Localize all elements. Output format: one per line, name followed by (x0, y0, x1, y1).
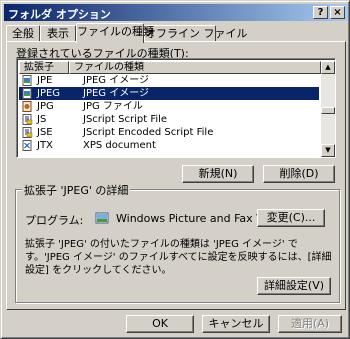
window-title: フォルダ オプション (8, 8, 111, 21)
details-group-title: 拡張子 'JPEG' の詳細 (22, 182, 131, 198)
list-item[interactable]: JPE JPEG イメージ (19, 74, 319, 87)
file-type-name: JPG ファイル (83, 101, 143, 112)
scroll-up-button[interactable]: ▲ (321, 61, 335, 74)
extension-details-group: 拡張子 'JPEG' の詳細 プログラム: Windows Picture an… (15, 182, 340, 303)
file-extension: JPE (37, 75, 53, 86)
file-types-list[interactable]: 拡張子 ファイルの種類 JPE JPEG イメージ JPEG JPEG イメージ… (16, 58, 336, 158)
file-type-name: JScript Script File (83, 114, 168, 125)
program-label: プログラム: (25, 214, 84, 227)
help-button[interactable]: ? (313, 6, 328, 19)
file-type-name: JPEG イメージ (83, 75, 150, 86)
scroll-thumb[interactable] (321, 107, 335, 114)
file-extension: JPEG (37, 88, 61, 99)
folder-options-dialog: フォルダ オプション ? × 全般 表示 ファイルの種類 オフライン ファイル … (0, 0, 350, 339)
details-description: 拡張子 'JPEG' の付いたファイルの種類は 'JPEG イメージ' です。'… (25, 239, 332, 276)
script-file-icon (22, 127, 33, 138)
advanced-button[interactable]: 詳細設定(V) (257, 277, 331, 295)
tab-offline-files[interactable]: オフライン ファイル (144, 25, 248, 42)
picture-viewer-icon (95, 212, 109, 224)
script-file-icon (22, 114, 33, 125)
delete-button[interactable]: 削除(D) (263, 165, 335, 183)
jpg-file-icon (22, 101, 32, 112)
file-extension: JSE (37, 127, 53, 138)
list-item[interactable]: JS JScript Script File (19, 113, 319, 126)
file-extension: JPG (37, 101, 54, 112)
list-item[interactable]: JSE JScript Encoded Script File (19, 126, 319, 139)
file-types-panel: 登録されているファイルの種類(T): 拡張子 ファイルの種類 JPE JPEG … (6, 41, 346, 310)
change-program-button[interactable]: 変更(C)... (257, 209, 325, 227)
list-vertical-scrollbar[interactable]: ▲ ▼ (321, 61, 335, 157)
jpeg-image-icon (22, 88, 32, 99)
scroll-down-button[interactable]: ▼ (321, 144, 335, 157)
file-extension: JTX (37, 140, 53, 151)
apply-button[interactable]: 適用(A) (278, 315, 342, 333)
jpeg-image-icon (22, 75, 32, 86)
new-button[interactable]: 新規(N) (182, 165, 254, 183)
tab-file-types[interactable]: ファイルの種類 (76, 23, 154, 43)
list-item[interactable]: JTX XPS document (19, 139, 319, 152)
file-type-name: JPEG イメージ (83, 88, 150, 99)
title-bar[interactable]: フォルダ オプション ? × (4, 4, 348, 21)
tab-view[interactable]: 表示 (40, 25, 76, 42)
cancel-button[interactable]: キャンセル (202, 315, 270, 333)
close-button[interactable]: × (330, 6, 345, 19)
column-header-file-type[interactable]: ファイルの種類 (69, 61, 321, 74)
ok-button[interactable]: OK (126, 315, 194, 333)
file-type-name: JScript Encoded Script File (83, 127, 214, 138)
list-item-selected[interactable]: JPEG JPEG イメージ (19, 87, 319, 100)
file-extension: JS (37, 114, 47, 125)
file-type-name: XPS document (83, 140, 156, 151)
list-item[interactable]: JPG JPG ファイル (19, 100, 319, 113)
xps-document-icon (22, 140, 32, 151)
tab-general[interactable]: 全般 (6, 25, 40, 42)
column-header-extension[interactable]: 拡張子 (19, 61, 69, 74)
